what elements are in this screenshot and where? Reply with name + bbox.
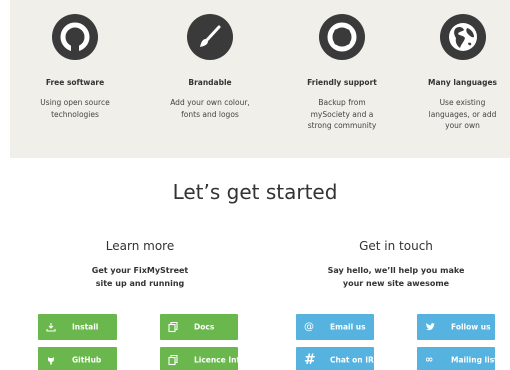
chat-on-irc-label: Chat on IRC — [330, 355, 380, 365]
download-icon — [46, 322, 56, 332]
install-label: Install — [72, 322, 99, 332]
mailing-list-label: Mailing list — [451, 355, 498, 365]
licence-info-button[interactable]: Licence Info — [160, 347, 245, 370]
features-panel: Free software Using open source technolo… — [10, 0, 510, 158]
github-button[interactable]: GitHub — [38, 347, 117, 370]
twitter-bird-icon — [425, 323, 435, 332]
feature-friendly-support: Friendly support Backup from mySociety a… — [292, 14, 392, 132]
docs-button[interactable]: Docs — [160, 314, 238, 340]
hashtag-icon: # — [304, 352, 316, 368]
licence-info-label: Licence Info — [194, 355, 245, 365]
feature-description: Backup from mySociety and a strong commu… — [292, 97, 392, 132]
documents-icon — [168, 354, 178, 366]
feature-desc-line: Use existing — [439, 98, 486, 107]
follow-us-label: Follow us — [451, 322, 491, 332]
install-button[interactable]: Install — [38, 314, 117, 340]
feature-desc-line: your own — [445, 121, 480, 130]
page-heading: Let’s get started — [172, 180, 338, 204]
feature-desc-line: Add your own colour, — [170, 98, 250, 107]
learn-more-heading: Learn more — [105, 239, 175, 253]
at-sign-icon: @ — [304, 321, 314, 333]
feature-brandable: Brandable Add your own colour, fonts and… — [155, 14, 265, 120]
feature-title: Free software — [45, 78, 105, 87]
feature-desc-line: Using open source — [40, 98, 110, 107]
email-us-label: Email us — [330, 322, 366, 332]
feature-desc-line: fonts and logos — [181, 109, 239, 119]
feature-desc-line: technologies — [51, 109, 99, 119]
feature-title: Brandable — [188, 78, 232, 87]
feature-free-software: Free software Using open source technolo… — [30, 14, 120, 120]
subtitle-line: Get your FixMyStreet — [91, 266, 189, 275]
get-in-touch-heading: Get in touch — [359, 239, 433, 253]
open-source-icon — [52, 14, 98, 60]
feature-title: Friendly support — [307, 78, 377, 87]
mailing-list-button[interactable]: ∞ Mailing list — [417, 347, 498, 370]
globe-icon — [439, 14, 486, 60]
subtitle-line: site up and running — [95, 279, 185, 288]
feature-desc-line: strong community — [307, 121, 377, 130]
email-us-button[interactable]: @ Email us — [296, 314, 374, 340]
feature-description: Use existing languages, or add your own — [415, 97, 510, 132]
lifebuoy-icon — [319, 14, 365, 60]
feature-desc-line: mySociety and a — [310, 109, 374, 119]
subtitle-line: Say hello, we’ll help you make — [327, 266, 465, 275]
paintbrush-icon — [187, 14, 233, 60]
subtitle-line: your new site awesome — [342, 279, 450, 288]
github-icon — [46, 355, 56, 365]
feature-description: Using open source technologies — [30, 97, 120, 120]
feature-title: Many languages — [427, 78, 498, 87]
feature-desc-line: Backup from — [318, 98, 366, 107]
documents-icon — [168, 321, 178, 333]
learn-more-subtitle: Get your FixMyStreet site up and running — [40, 264, 240, 290]
feature-description: Add your own colour, fonts and logos — [155, 97, 265, 120]
infinity-icon: ∞ — [425, 354, 434, 366]
feature-desc-line: languages, or add — [428, 109, 497, 119]
follow-us-button[interactable]: Follow us — [417, 314, 495, 340]
get-in-touch-subtitle: Say hello, we’ll help you make your new … — [296, 264, 496, 290]
chat-on-irc-button[interactable]: # Chat on IRC — [296, 347, 379, 370]
github-label: GitHub — [72, 355, 102, 365]
docs-label: Docs — [194, 322, 215, 332]
feature-many-languages: Many languages Use existing languages, o… — [415, 14, 510, 132]
